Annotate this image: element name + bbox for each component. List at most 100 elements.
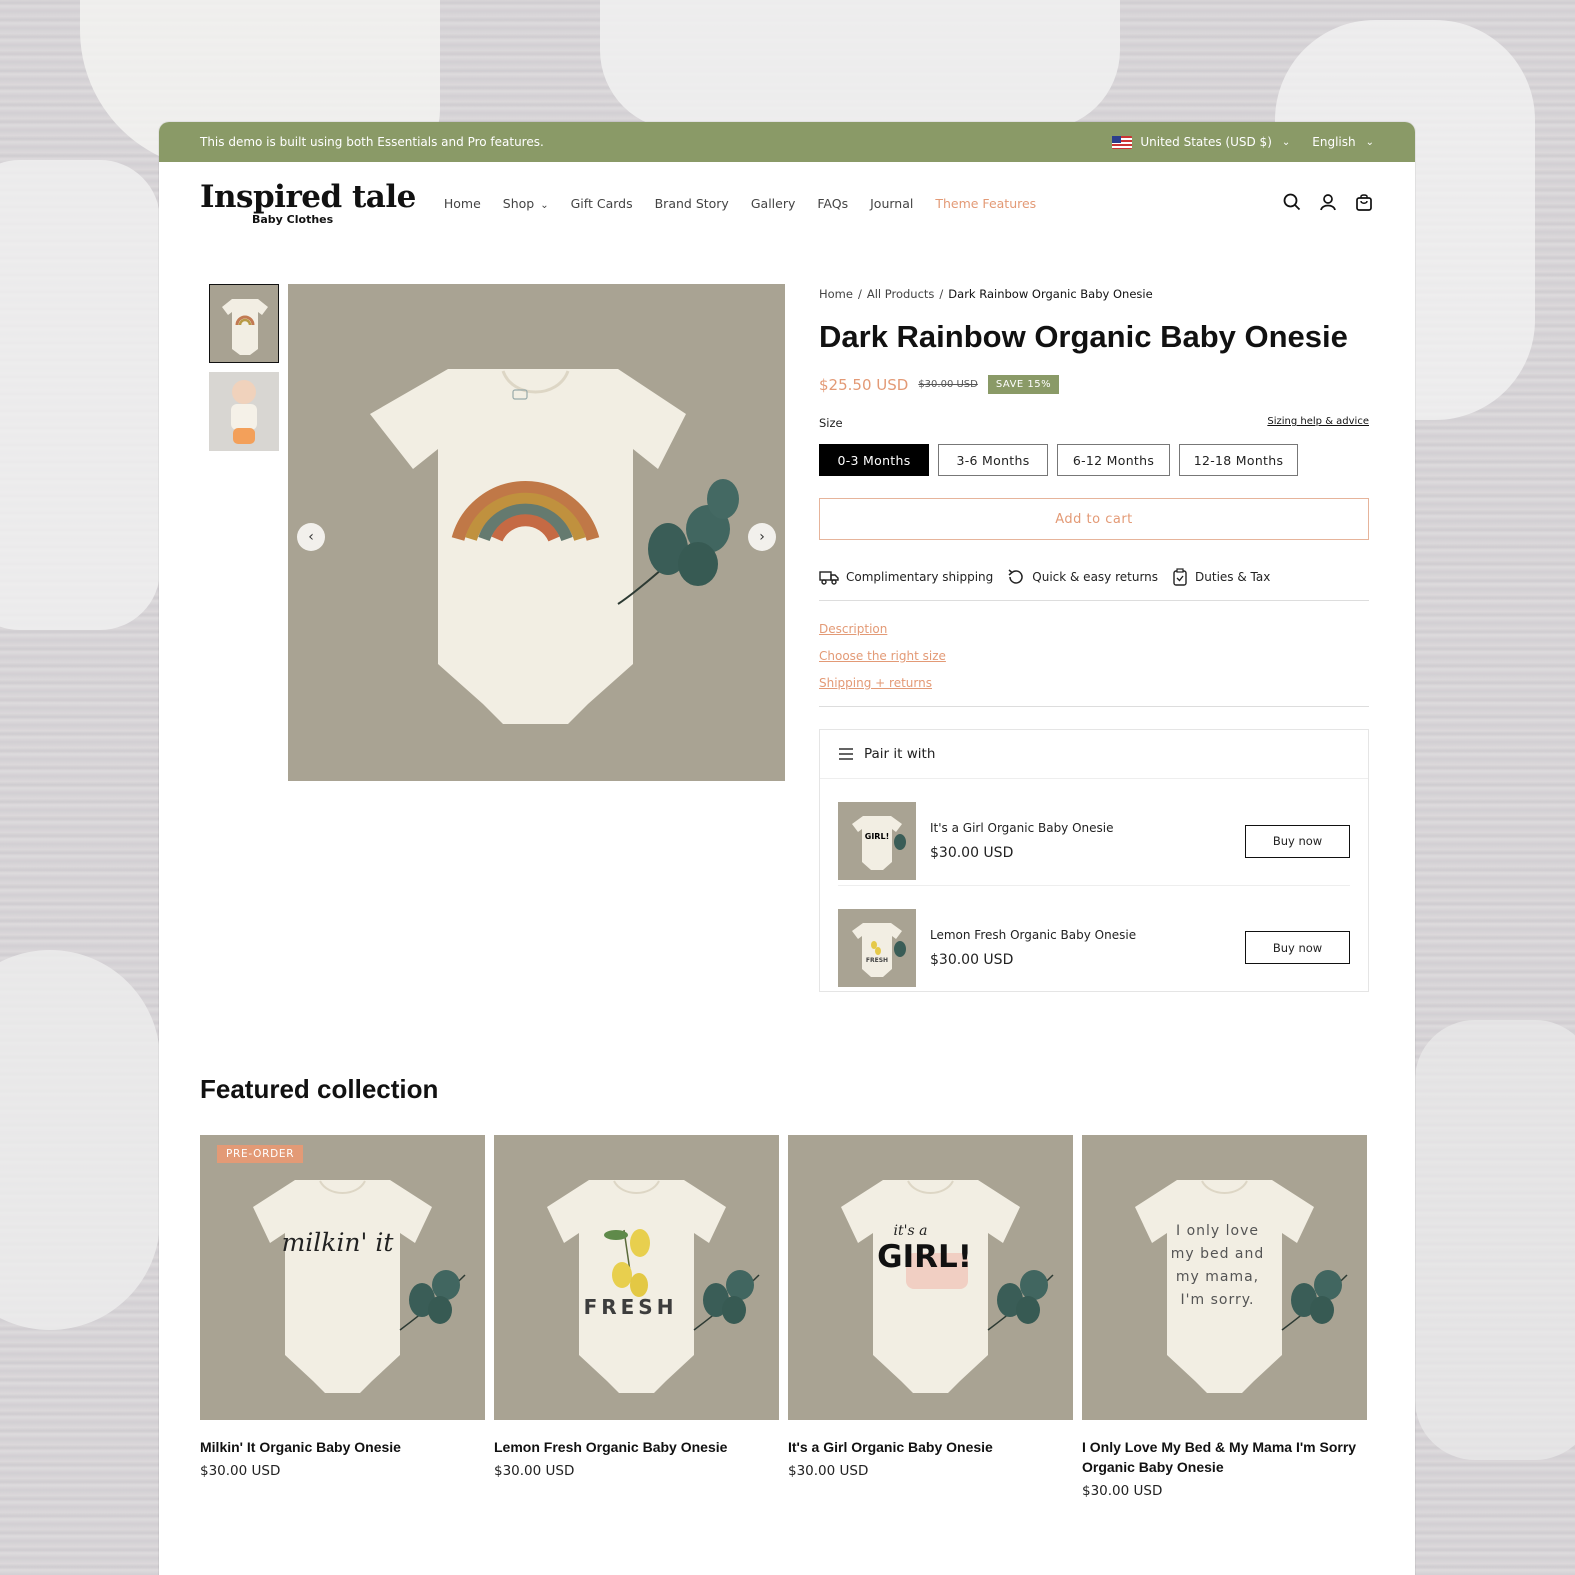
nav-shop[interactable]: Shop ⌄ [503,196,549,211]
nav-gallery[interactable]: Gallery [751,196,796,211]
product-card-image[interactable]: I only love my bed and my mama, I'm sorr… [1082,1135,1367,1420]
nav-faqs[interactable]: FAQs [817,196,848,211]
product-card-name[interactable]: I Only Love My Bed & My Mama I'm Sorry O… [1082,1437,1367,1477]
size-option-12-18[interactable]: 12-18 Months [1179,444,1298,476]
nav-brand-story[interactable]: Brand Story [655,196,729,211]
background-cloth [0,950,160,1330]
next-image-button[interactable]: › [748,523,776,551]
pair-item: GIRL! It's a Girl Organic Baby Onesie $3… [820,779,1368,885]
pair-item: FRESH Lemon Fresh Organic Baby Onesie $3… [838,885,1350,991]
nav-shop-label: Shop [502,195,535,211]
sale-price: $25.50 USD [819,375,909,394]
thumbnail-rainbow[interactable] [209,284,279,363]
pair-it-with: Pair it with GIRL! It's a Girl Organic B… [819,729,1369,992]
logo[interactable]: Inspired tale Baby Clothes [200,180,416,226]
svg-text:GIRL!: GIRL! [865,832,889,841]
print-text-small: it's a [893,1223,928,1239]
thumbnail-baby-photo[interactable] [209,372,279,451]
size-label: Size [819,416,843,430]
print-text: GIRL! [877,1239,972,1275]
product-info: Home / All Products / Dark Rainbow Organic B… [819,284,1369,992]
prev-image-button[interactable]: ‹ [297,523,325,551]
size-option-6-12[interactable]: 6-12 Months [1057,444,1170,476]
product-grid: PRE-ORDER milkin' it Milkin' It Organic … [200,1135,1370,1499]
country-label: United States (USD $) [1140,135,1272,149]
feature-returns: Quick & easy returns [1007,568,1158,586]
product-card-image[interactable]: PRE-ORDER milkin' it [200,1135,485,1420]
product-card[interactable]: FRESH Lemon Fresh Organic Baby Onesie $3… [494,1135,779,1499]
background-cloth [1415,1020,1575,1460]
print-line: my mama, [1175,1269,1260,1285]
us-flag-icon [1112,135,1133,149]
pair-header: Pair it with [820,730,1368,779]
feature-duties: Duties & Tax [1172,568,1270,586]
product-card-name[interactable]: It's a Girl Organic Baby Onesie [788,1437,1073,1457]
shipping-returns-link[interactable]: Shipping + returns [819,676,1369,690]
pair-item-text: It's a Girl Organic Baby Onesie $30.00 U… [930,821,1245,861]
breadcrumb-all-products[interactable]: All Products [867,287,935,301]
size-option-3-6[interactable]: 3-6 Months [938,444,1048,476]
pair-item-name[interactable]: Lemon Fresh Organic Baby Onesie [930,928,1245,942]
print-line: I only love [1176,1223,1259,1239]
logo-subtitle: Baby Clothes [252,213,334,226]
print-line: my bed and [1170,1246,1265,1262]
browser-window: This demo is built using both Essentials… [159,122,1415,1575]
feature-shipping: Complimentary shipping [819,569,993,585]
product-card[interactable]: PRE-ORDER milkin' it Milkin' It Organic … [200,1135,485,1499]
feature-returns-label: Quick & easy returns [1032,570,1159,584]
size-options: 0-3 Months 3-6 Months 6-12 Months 12-18 … [819,444,1369,476]
pair-item-image[interactable]: GIRL! [838,802,916,880]
nav-gift-cards[interactable]: Gift Cards [571,196,633,211]
feature-list: Complimentary shipping Quick & easy retu… [819,568,1369,601]
product-card[interactable]: it's a GIRL! It's a Girl Organic Baby On… [788,1135,1073,1499]
main-nav: Home Shop ⌄ Gift Cards Brand Story Galle… [444,196,1036,211]
breadcrumb-home[interactable]: Home [819,287,853,301]
product-main-image: ‹ › [288,284,785,781]
product-card-price: $30.00 USD [200,1463,281,1479]
product-card-price: $30.00 USD [788,1463,869,1479]
thumbnail-list [209,284,279,460]
chevron-down-icon: ⌄ [1281,136,1291,148]
search-icon[interactable] [1282,192,1302,212]
product-card-image[interactable]: it's a GIRL! [788,1135,1073,1420]
chevron-down-icon: ⌄ [1365,136,1374,148]
language-selector[interactable]: English ⌄ [1312,135,1374,149]
nav-theme-features[interactable]: Theme Features [935,196,1036,211]
pair-heading: Pair it with [864,746,936,762]
size-option-0-3[interactable]: 0-3 Months [819,444,929,476]
product-card-name[interactable]: Milkin' It Organic Baby Onesie [200,1437,485,1457]
product-info-links: Description Choose the right size Shippi… [819,601,1369,707]
buy-now-button[interactable]: Buy now [1245,824,1350,858]
product-card-name[interactable]: Lemon Fresh Organic Baby Onesie [494,1437,779,1457]
announcement-text: This demo is built using both Essentials… [200,135,544,149]
menu-icon [839,748,853,760]
locale-selectors: United States (USD $) ⌄ English ⌄ [1112,135,1374,149]
buy-now-button[interactable]: Buy now [1245,931,1350,964]
compare-price: $30.00 USD [918,379,978,390]
size-header: Size Sizing help & advice [819,416,1369,430]
logo-title: Inspired tale [200,179,416,215]
country-selector[interactable]: United States (USD $) ⌄ [1112,135,1290,149]
pair-item-text: Lemon Fresh Organic Baby Onesie $30.00 U… [930,928,1245,968]
nav-journal[interactable]: Journal [870,196,913,211]
size-guide-link[interactable]: Choose the right size [819,649,1369,663]
description-link[interactable]: Description [819,622,1369,636]
breadcrumb-current: Dark Rainbow Organic Baby Onesie [948,287,1153,301]
product-card-price: $30.00 USD [1082,1483,1163,1499]
sizing-help-link[interactable]: Sizing help & advice [1267,416,1369,430]
language-label: English [1312,135,1356,149]
announcement-bar: This demo is built using both Essentials… [159,122,1415,162]
product-card-image[interactable]: FRESH [494,1135,779,1420]
chevron-down-icon: ⌄ [540,199,549,211]
cart-icon[interactable] [1354,192,1374,212]
product-title: Dark Rainbow Organic Baby Onesie [819,319,1348,354]
pair-item-image[interactable]: FRESH [838,908,916,987]
nav-home[interactable]: Home [444,196,481,211]
add-to-cart-button[interactable]: Add to cart [819,498,1369,540]
site-header: Inspired tale Baby Clothes Home Shop ⌄ G… [159,162,1415,244]
pair-item-name[interactable]: It's a Girl Organic Baby Onesie [930,821,1245,835]
product-card[interactable]: I only love my bed and my mama, I'm sorr… [1082,1135,1367,1499]
print-line: I'm sorry. [1180,1292,1255,1308]
account-icon[interactable] [1318,192,1338,212]
background-cloth [0,160,160,630]
